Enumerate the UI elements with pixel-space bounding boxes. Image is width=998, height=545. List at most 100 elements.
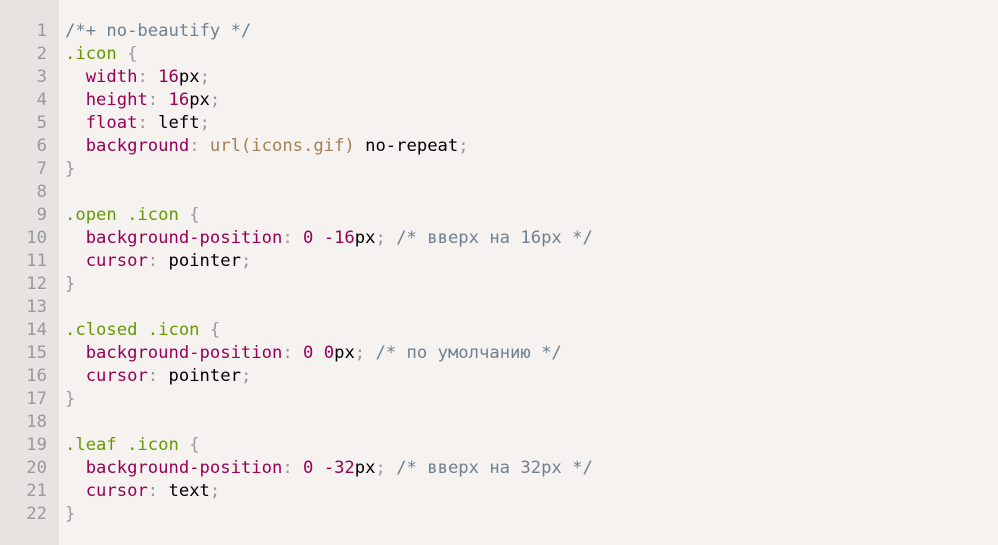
plain-token: px: [354, 458, 376, 478]
code-line[interactable]: 6 background: url(icons.gif) no-repeat;: [0, 135, 998, 158]
punctuation-token: :: [282, 228, 304, 248]
line-number: 15: [26, 343, 47, 363]
punctuation-token: {: [189, 205, 200, 225]
punctuation-token: :: [137, 67, 159, 87]
punctuation-token: ;: [240, 251, 252, 271]
line-text: background-position: 0 0px; /* по умолча…: [65, 342, 562, 365]
property-token: background: [85, 136, 190, 156]
plain-token: left: [158, 113, 200, 133]
code-line[interactable]: 18: [0, 411, 998, 434]
line-text: .icon {: [65, 43, 137, 66]
punctuation-token: }: [65, 504, 76, 524]
line-number: 21: [26, 481, 47, 501]
line-text: }: [65, 158, 75, 181]
line-number: 1: [36, 21, 47, 41]
selector-token: .icon: [65, 44, 128, 64]
code-line[interactable]: 2 .icon {: [0, 43, 998, 66]
line-number: 22: [26, 504, 47, 524]
code-line[interactable]: 22}: [0, 503, 998, 526]
punctuation-token: :: [282, 458, 304, 478]
line-number: 11: [26, 251, 47, 271]
code-line[interactable]: 14 .closed .icon {: [0, 319, 998, 342]
code-line[interactable]: 5 float: left;: [0, 112, 998, 135]
line-text: .closed .icon {: [65, 319, 220, 342]
punctuation-token: ;: [209, 481, 221, 501]
punctuation-token: ;: [458, 136, 469, 156]
code-line[interactable]: 7}: [0, 158, 998, 181]
code-line[interactable]: 15 background-position: 0 0px; /* по умо…: [0, 342, 998, 365]
number-token: 0: [303, 228, 314, 248]
punctuation-token: :: [137, 113, 159, 133]
punctuation-token: {: [127, 44, 138, 64]
line-number: 17: [26, 389, 47, 409]
line-number: 19: [26, 435, 47, 455]
code-line[interactable]: 13: [0, 296, 998, 319]
code-line[interactable]: 21 cursor: text;: [0, 480, 998, 503]
property-token: background-position: [85, 458, 283, 478]
number-token: -32: [323, 458, 355, 478]
plain-token: pointer: [168, 251, 241, 271]
code-line[interactable]: 1 /*+ no-beautify */: [0, 20, 998, 43]
line-number: 6: [36, 136, 47, 156]
punctuation-token: :: [282, 343, 304, 363]
property-token: background-position: [85, 343, 283, 363]
punctuation-token: ;: [199, 67, 210, 87]
property-token: cursor: [85, 481, 148, 501]
punctuation-token: :: [147, 481, 169, 501]
line-text: cursor: pointer;: [65, 365, 252, 388]
code-line[interactable]: 4 height: 16px;: [0, 89, 998, 112]
number-token: 0: [303, 458, 314, 478]
punctuation-token: :: [147, 251, 169, 271]
plain-token: px: [178, 67, 200, 87]
line-text: cursor: text;: [65, 480, 221, 503]
punctuation-token: {: [189, 435, 200, 455]
comment-token: /* по умолчанию */: [375, 343, 562, 363]
plain-token: px: [189, 90, 210, 110]
code-line[interactable]: 17}: [0, 388, 998, 411]
code-line[interactable]: 19 .leaf .icon {: [0, 434, 998, 457]
punctuation-token: }: [65, 159, 76, 179]
line-number: 14: [26, 320, 47, 340]
code-line[interactable]: 8: [0, 181, 998, 204]
line-text: }: [65, 503, 75, 526]
punctuation-token: ;: [240, 366, 252, 386]
code-line[interactable]: 20 background-position: 0 -32px; /* ввер…: [0, 457, 998, 480]
line-number: 5: [36, 113, 47, 133]
code-editor[interactable]: 1 /*+ no-beautify */2 .icon {3 width: 16px…: [0, 0, 998, 545]
punctuation-token: ;: [199, 113, 210, 133]
code-line[interactable]: 10 background-position: 0 -16px; /* ввер…: [0, 227, 998, 250]
line-text: }: [65, 388, 75, 411]
line-number: 9: [36, 205, 47, 225]
line-text: background-position: 0 -16px; /* вверх н…: [65, 227, 593, 250]
code-line[interactable]: 12}: [0, 273, 998, 296]
code-line[interactable]: 9 .open .icon {: [0, 204, 998, 227]
code-line[interactable]: 16 cursor: pointer;: [0, 365, 998, 388]
comment-token: /* вверх на 16px */: [396, 228, 593, 248]
punctuation-token: :: [189, 136, 210, 156]
plain-token: px: [334, 343, 355, 363]
line-number: 12: [26, 274, 47, 294]
comment-token: /*+ no-beautify */: [65, 21, 252, 41]
plain-token: text: [168, 481, 210, 501]
code-line[interactable]: 11 cursor: pointer;: [0, 250, 998, 273]
line-number: 8: [36, 182, 47, 202]
property-token: float: [85, 113, 138, 133]
selector-token: .closed .icon: [65, 320, 210, 340]
number-token: 16: [168, 90, 190, 110]
code-line[interactable]: 3 width: 16px;: [0, 66, 998, 89]
line-number: 3: [36, 67, 47, 87]
code-block[interactable]: 1 /*+ no-beautify */2 .icon {3 width: 16px…: [0, 20, 998, 526]
punctuation-token: :: [147, 366, 169, 386]
